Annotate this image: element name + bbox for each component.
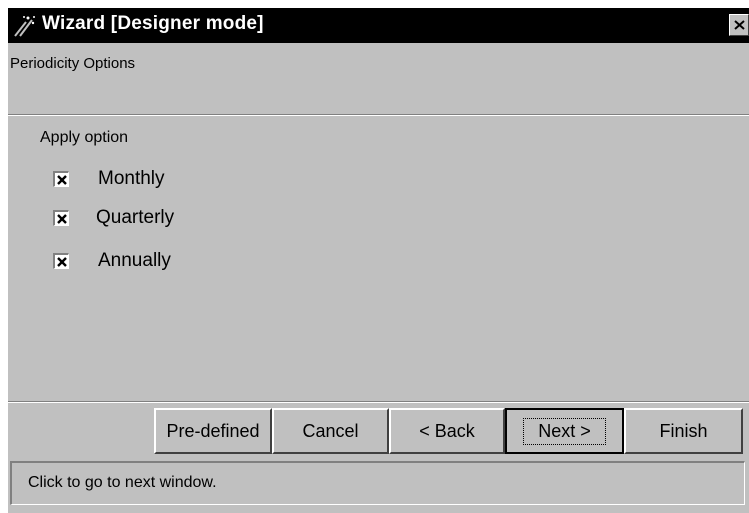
- monthly-checkbox[interactable]: [53, 171, 69, 187]
- annually-checkbox[interactable]: [53, 253, 69, 269]
- title-bar[interactable]: Wizard [Designer mode]: [8, 8, 749, 43]
- close-button[interactable]: [729, 14, 749, 36]
- cancel-button[interactable]: Cancel: [272, 408, 389, 454]
- apply-option-label: Apply option: [40, 129, 129, 146]
- back-button[interactable]: < Back: [389, 408, 505, 454]
- wizard-wand-icon: [12, 14, 36, 38]
- wizard-window: Wizard [Designer mode] Periodicity Optio…: [8, 8, 749, 513]
- status-bar: Click to go to next window.: [10, 461, 745, 505]
- annually-label[interactable]: Annually: [98, 250, 171, 272]
- quarterly-label[interactable]: Quarterly: [96, 207, 174, 229]
- next-button-label: Next >: [523, 417, 606, 445]
- divider: [8, 114, 749, 116]
- predefined-button[interactable]: Pre-defined: [154, 408, 272, 454]
- monthly-label[interactable]: Monthly: [98, 168, 165, 190]
- divider: [8, 401, 749, 403]
- status-text: Click to go to next window.: [28, 474, 217, 491]
- finish-button[interactable]: Finish: [624, 408, 743, 454]
- quarterly-checkbox[interactable]: [53, 210, 69, 226]
- window-title: Wizard [Designer mode]: [42, 13, 264, 34]
- page-title: Periodicity Options: [10, 55, 136, 72]
- close-icon: [734, 20, 745, 30]
- next-button[interactable]: Next >: [505, 408, 624, 454]
